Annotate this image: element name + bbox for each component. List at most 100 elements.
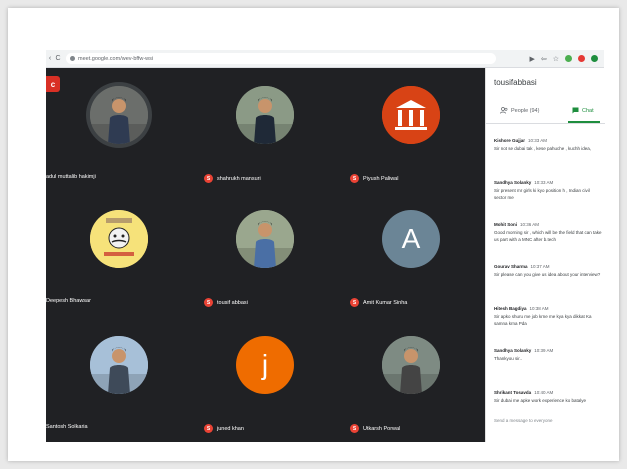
toolbar-icons: ▶ ⇦ ☆	[529, 55, 604, 63]
message-author: Shrikant Tosavda 10:40 AM	[494, 390, 554, 395]
tab-people-label: People (94)	[511, 107, 540, 114]
participant-name-row: Deepesh Bhawsar	[46, 298, 91, 304]
participant-name: shahrukh mansuri	[217, 175, 261, 182]
participant-avatar: A	[382, 210, 440, 268]
participant-avatar	[382, 336, 440, 394]
tab-people[interactable]: People (94)	[500, 107, 539, 114]
message-author: Sandhya Solanky 10:39 AM	[494, 348, 554, 353]
participant-tile[interactable]: Deepesh Bhawsar	[46, 192, 192, 316]
muted-mic-icon: S	[204, 298, 213, 307]
chat-message: Kishore Gujjar 10:33 AM Sir not se dubai t…	[494, 138, 604, 180]
message-author: Sandhya Solanky 10:33 AM	[494, 180, 554, 185]
muted-mic-icon: S	[350, 424, 359, 433]
people-icon	[500, 107, 508, 114]
participant-avatar	[90, 86, 148, 144]
avatar-photo	[90, 336, 148, 394]
avatar-letter: A	[401, 223, 421, 254]
message-time: 10:39 AM	[534, 348, 554, 353]
participant-tile[interactable]: adul muttalib hakimji	[46, 68, 192, 192]
participant-tile[interactable]: Santosh Solkaria	[46, 318, 192, 442]
address-bar[interactable]: meet.google.com/wev-bffw-wsi	[66, 53, 496, 64]
muted-mic-icon: S	[204, 174, 213, 183]
participant-name-row: Sshahrukh mansuri	[204, 174, 261, 183]
message-text: Thankyou sir..	[494, 356, 523, 361]
chat-message: Hitesh Bagdiya 10:38 AM Sir apko shuru me …	[494, 306, 604, 348]
reload-icon[interactable]: C	[54, 55, 62, 62]
page-background: ‹ C meet.google.com/wev-bffw-wsi ▶ ⇦ ☆ c…	[8, 8, 619, 461]
back-icon[interactable]: ‹	[46, 55, 54, 62]
share-icon[interactable]: ⇦	[541, 55, 547, 63]
bookmark-icon[interactable]: ▶	[529, 55, 534, 63]
active-tab-indicator	[568, 121, 600, 123]
participant-name: adul muttalib hakimji	[46, 174, 96, 180]
puzzle-icon[interactable]	[578, 55, 585, 62]
participant-avatar	[236, 86, 294, 144]
panel-tabs: People (94) Chat	[486, 102, 605, 124]
chat-message: Sandhya Solanky 10:39 AM Thankyou sir..	[494, 348, 604, 390]
browser-toolbar: ‹ C meet.google.com/wev-bffw-wsi ▶ ⇦ ☆	[46, 50, 604, 68]
tab-chat-label: Chat	[582, 107, 594, 114]
participant-tile[interactable]: S Utkarsh Porwal	[338, 318, 484, 442]
message-time: 10:33 AM	[528, 138, 548, 143]
participant-name-row: S Utkarsh Porwal	[350, 424, 400, 433]
chat-message: Mohit Soni 10:36 AM Good morning sir , whi…	[494, 222, 604, 264]
logo-image	[382, 86, 440, 144]
chat-message: Gourav Sharma 10:37 AM Sir please can you …	[494, 264, 604, 306]
message-text: Good morning sir , which will be the fie…	[494, 230, 602, 242]
participant-avatar	[90, 336, 148, 394]
participant-tile[interactable]: S Piyush Paliwal	[338, 68, 484, 192]
participant-tile[interactable]: Sshahrukh mansuri	[192, 68, 338, 192]
participant-tile[interactable]: Stousif abbasi	[192, 192, 338, 316]
participant-name: Santosh Solkaria	[46, 424, 88, 430]
message-author: Gourav Sharma 10:37 AM	[494, 264, 550, 269]
avatar-letter: j	[261, 349, 269, 380]
participant-name: Deepesh Bhawsar	[46, 298, 91, 304]
participant-name-row: S Piyush Paliwal	[350, 174, 398, 183]
participant-name-row: adul muttalib hakimji	[46, 174, 96, 180]
extension-icon[interactable]	[565, 55, 572, 62]
avatar-photo	[236, 210, 294, 268]
message-text: Sir not se dubai tak , kese pahuche , ku…	[494, 146, 592, 151]
message-time: 10:33 AM	[534, 180, 554, 185]
participant-tile[interactable]: j Sjuned khan	[192, 318, 338, 442]
muted-mic-icon: S	[350, 174, 359, 183]
muted-mic-icon: S	[350, 298, 359, 307]
participant-tile[interactable]: A S Amit Kumar Sinha	[338, 192, 484, 316]
sticker-image	[90, 210, 148, 268]
star-icon[interactable]: ☆	[553, 55, 559, 63]
muted-mic-icon: S	[204, 424, 213, 433]
participant-name: Piyush Paliwal	[363, 175, 399, 182]
message-time: 10:36 AM	[520, 222, 540, 227]
video-stage: c adul muttalib hakimji Sshahrukh mansuri…	[46, 68, 485, 442]
message-text: Sir present mr girls ki kyo position h ,…	[494, 188, 590, 200]
avatar-photo	[382, 336, 440, 394]
participant-name-row: Sjuned khan	[204, 424, 244, 433]
panel-title: tousifabbasi	[494, 78, 537, 87]
participant-name: juned khan	[217, 425, 244, 432]
participant-avatar	[382, 86, 440, 144]
message-text: Sir apko shuru me job krne me kya kya di…	[494, 314, 592, 326]
participant-avatar: j	[236, 336, 294, 394]
chat-message: Shrikant Tosavda 10:40 AM Sir dubai me apk…	[494, 390, 604, 432]
participant-avatar	[236, 210, 294, 268]
chat-icon	[572, 107, 579, 114]
message-text: Sir please can you give us idea about yo…	[494, 272, 601, 277]
participant-name: Utkarsh Porwal	[363, 425, 401, 432]
message-author: Hitesh Bagdiya 10:38 AM	[494, 306, 549, 311]
message-time: 10:40 AM	[534, 390, 554, 395]
participant-name-row: S Amit Kumar Sinha	[350, 298, 407, 307]
address-url: meet.google.com/wev-bffw-wsi	[78, 55, 154, 62]
participant-name: tousif abbasi	[217, 299, 248, 306]
participant-name-row: Santosh Solkaria	[46, 424, 88, 430]
chat-panel: tousifabbasi People (94) Chat Kishore Gu…	[485, 68, 605, 442]
message-time: 10:37 AM	[530, 264, 550, 269]
message-author: Kishore Gujjar 10:33 AM	[494, 138, 548, 143]
chat-input[interactable]: Send a message to everyone	[494, 418, 553, 423]
avatar-photo	[236, 86, 294, 144]
tab-chat[interactable]: Chat	[572, 107, 594, 114]
profile-icon[interactable]	[591, 55, 598, 62]
chat-message: Sandhya Solanky 10:33 AM Sir present mr gi…	[494, 180, 604, 222]
participant-name: Amit Kumar Sinha	[363, 299, 408, 306]
chat-messages: Kishore Gujjar 10:33 AM Sir not se dubai t…	[494, 138, 604, 432]
message-time: 10:38 AM	[529, 306, 549, 311]
